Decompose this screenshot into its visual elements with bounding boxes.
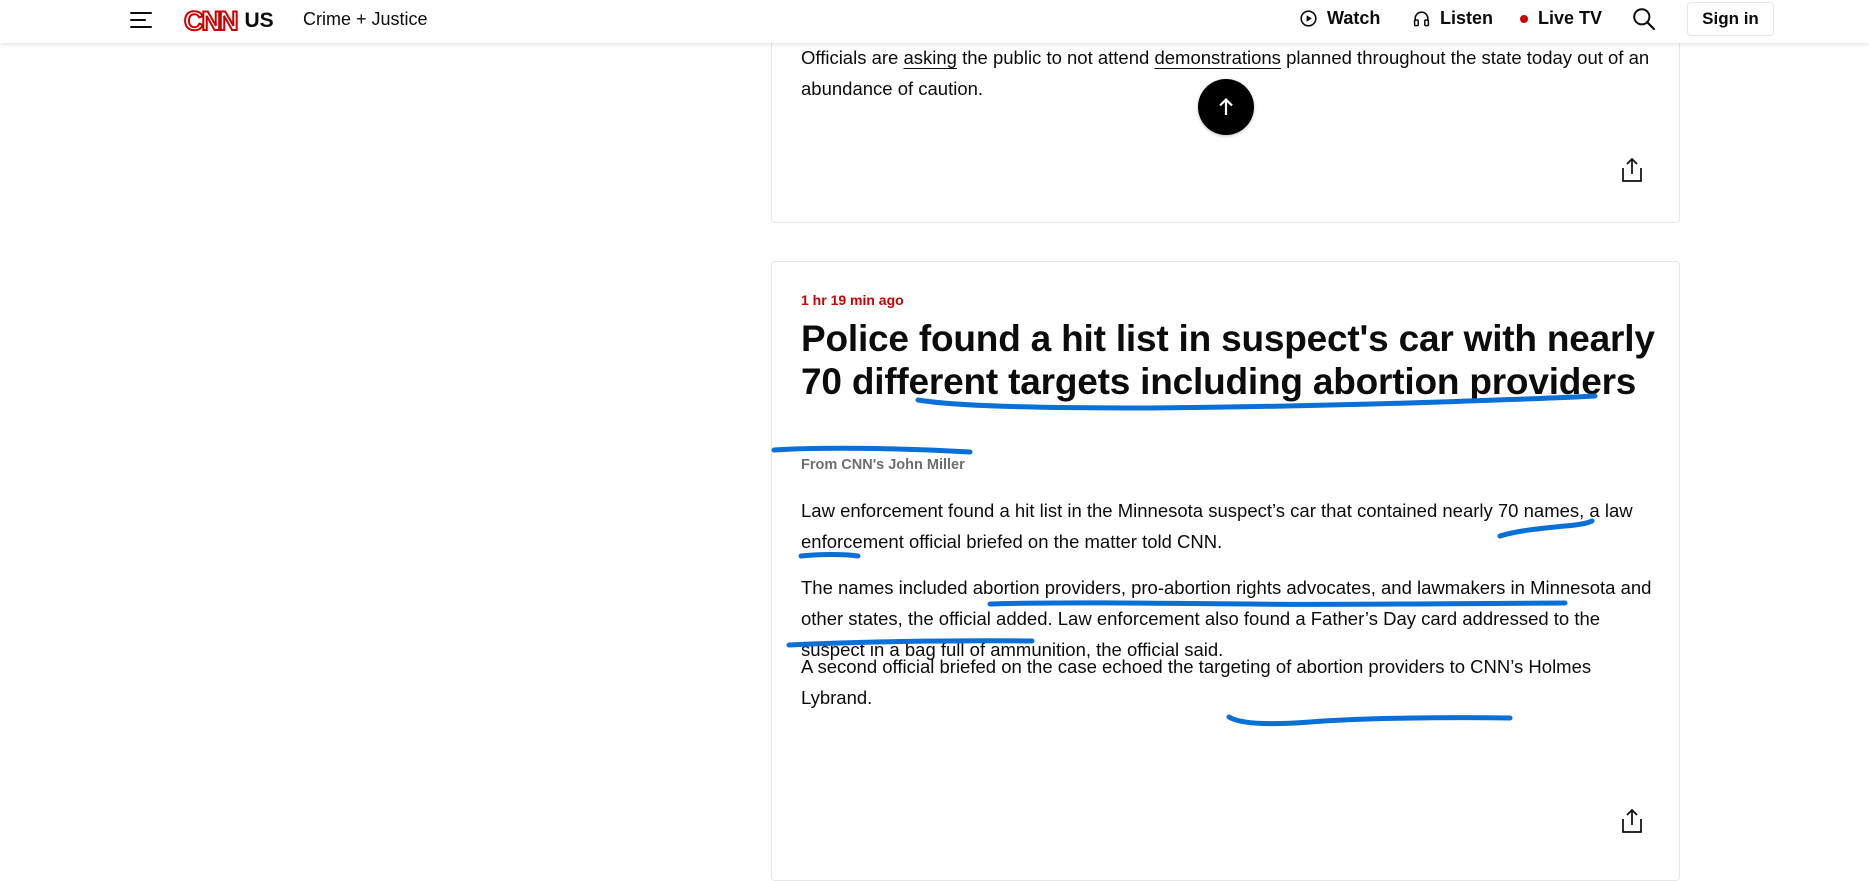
edition-label: US	[244, 9, 274, 32]
watch-label: Watch	[1327, 8, 1381, 28]
search-icon[interactable]	[1632, 7, 1656, 31]
share-icon[interactable]	[1619, 156, 1645, 184]
live-tv-label: Live TV	[1538, 8, 1603, 28]
top-navigation-bar: CNN US Crime + Justice Watch Listen Live…	[0, 0, 1869, 43]
link-asking[interactable]: asking	[903, 47, 956, 68]
link-demonstrations[interactable]: demonstrations	[1154, 47, 1280, 68]
text-segment: the public to not attend	[956, 47, 1155, 68]
section-link-crime-justice[interactable]: Crime + Justice	[303, 9, 428, 30]
post-byline: From CNN's John Miller	[801, 457, 965, 473]
post-timestamp: 1 hr 19 min ago	[801, 292, 904, 308]
scroll-to-top-button[interactable]	[1198, 79, 1254, 135]
sign-in-button[interactable]: Sign in	[1687, 2, 1774, 36]
hamburger-icon[interactable]	[130, 10, 152, 30]
listen-label: Listen	[1440, 8, 1494, 28]
headphones-icon	[1413, 11, 1430, 27]
live-update-card: 1 hr 19 min ago Police found a hit list …	[771, 261, 1680, 881]
post-headline: Police found a hit list in suspect's car…	[801, 318, 1655, 402]
post-paragraph: A second official briefed on the case ec…	[801, 656, 1592, 708]
cnn-logo-mark: CNN	[183, 5, 239, 36]
listen-button[interactable]: Listen	[1413, 8, 1493, 29]
live-dot-icon	[1520, 14, 1528, 23]
live-tv-button[interactable]: Live TV	[1520, 8, 1602, 29]
share-icon[interactable]	[1619, 807, 1645, 835]
arrow-up-icon	[1219, 97, 1233, 115]
text-segment: Officials are	[801, 47, 904, 68]
play-circle-icon	[1300, 10, 1317, 27]
post-paragraph: Law enforcement found a hit list in the …	[801, 500, 1633, 552]
cnn-logo[interactable]: CNN US	[183, 4, 274, 38]
watch-button[interactable]: Watch	[1300, 8, 1380, 29]
